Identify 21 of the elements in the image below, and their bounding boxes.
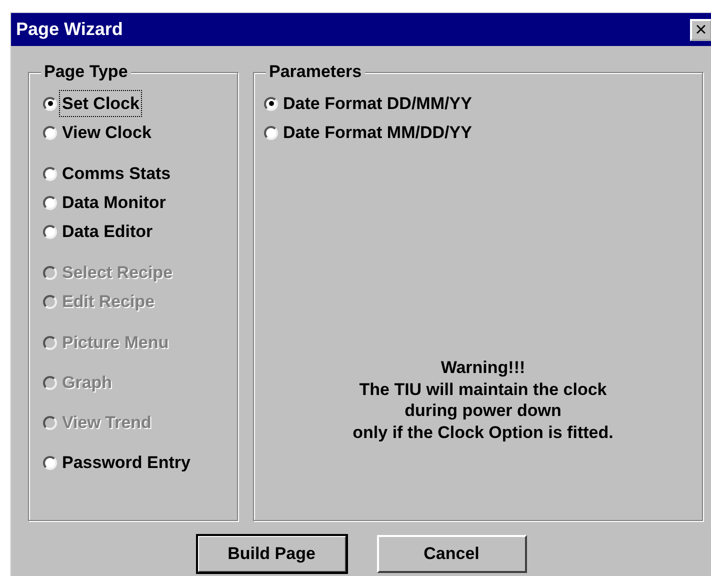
radio-button[interactable] <box>43 96 57 110</box>
radio-label[interactable]: Data Monitor <box>60 190 168 216</box>
radio-button[interactable] <box>43 166 57 180</box>
radio-button[interactable] <box>264 96 278 110</box>
radio-button[interactable] <box>43 456 57 470</box>
window-title: Page Wizard <box>16 18 123 41</box>
radio-label[interactable]: Date Format MM/DD/YY <box>281 120 474 146</box>
radio-label[interactable]: Comms Stats <box>60 160 173 186</box>
radio-label[interactable]: Date Format DD/MM/YY <box>281 90 474 116</box>
warning-text: Warning!!! The TIU will maintain the clock during power down only if the Clock Option is fitted. <box>352 357 614 443</box>
radio-label[interactable]: View Clock <box>60 120 154 146</box>
dialog-button[interactable]: Cancel <box>376 535 526 573</box>
radio-button[interactable] <box>43 196 57 210</box>
radio-button[interactable] <box>264 126 278 140</box>
radio-label[interactable]: Data Editor <box>60 218 155 244</box>
dialog-button[interactable]: Build Page <box>196 535 346 573</box>
close-button[interactable]: × <box>690 18 711 40</box>
radio-button[interactable] <box>43 126 57 140</box>
radio-label[interactable]: Set Clock <box>60 90 142 116</box>
radio-button[interactable] <box>43 224 57 238</box>
radio-label[interactable]: Password Entry <box>60 450 192 476</box>
